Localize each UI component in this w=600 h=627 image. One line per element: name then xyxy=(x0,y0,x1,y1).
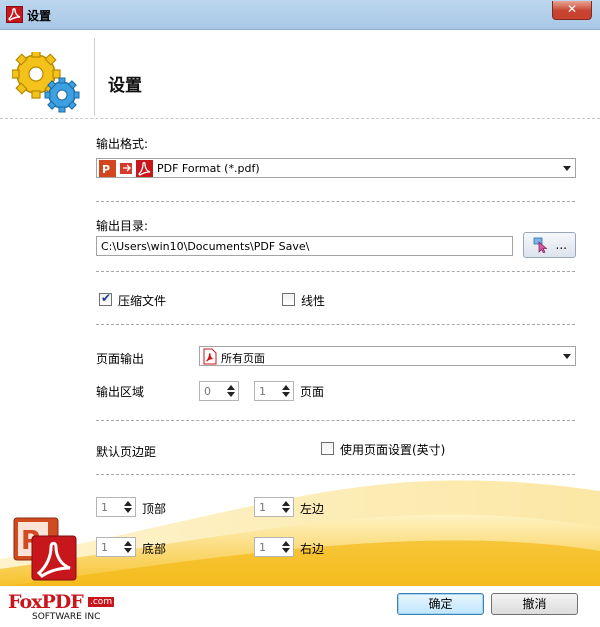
margin-bottom-label: 底部 xyxy=(142,542,167,556)
margin-left-label: 左边 xyxy=(300,502,325,516)
divider xyxy=(96,474,575,475)
browse-button[interactable]: ... xyxy=(523,232,576,258)
range-from-value: 0 xyxy=(204,385,211,398)
arrow-down-icon[interactable] xyxy=(282,548,290,553)
window-title: 设置 xyxy=(27,9,52,23)
page-output-label: 页面输出 xyxy=(96,352,145,366)
divider xyxy=(96,271,575,272)
cancel-button[interactable]: 撤消 xyxy=(491,593,578,615)
format-icons: P xyxy=(99,160,153,177)
arrow-down-icon[interactable] xyxy=(124,508,132,513)
page-title: 设置 xyxy=(108,76,142,96)
browse-label: ... xyxy=(555,238,567,252)
check-icon: ✔ xyxy=(101,291,112,305)
gears-icon xyxy=(12,52,80,113)
arrow-up-icon[interactable] xyxy=(124,501,132,506)
arrow-down-icon[interactable] xyxy=(282,392,290,397)
use-page-settings-checkbox[interactable] xyxy=(321,442,334,455)
margin-top-value: 1 xyxy=(101,501,108,514)
output-format-select[interactable]: P PDF Format (*.pdf) xyxy=(96,158,576,178)
arrow-up-icon[interactable] xyxy=(282,385,290,390)
range-unit-label: 页面 xyxy=(300,385,325,399)
output-range-label: 输出区域 xyxy=(96,385,145,399)
compress-label: 压缩文件 xyxy=(118,294,167,308)
margin-right-value: 1 xyxy=(259,541,266,554)
title-bar: 设置 ✕ xyxy=(0,0,600,30)
margins-label: 默认页边距 xyxy=(96,445,157,459)
arrow-up-icon[interactable] xyxy=(282,541,290,546)
linearize-checkbox[interactable] xyxy=(282,293,295,306)
chevron-down-icon xyxy=(563,354,571,359)
page-output-select[interactable]: 所有页面 xyxy=(199,346,576,366)
arrow-up-icon[interactable] xyxy=(124,541,132,546)
brand-logo: FoxPDF .com SOFTWARE INC xyxy=(8,591,115,623)
margin-top-stepper[interactable]: 1 xyxy=(96,497,136,517)
margin-right-stepper[interactable]: 1 xyxy=(254,537,294,557)
output-dir-input[interactable]: C:\Users\win10\Documents\PDF Save\ xyxy=(96,236,513,256)
chevron-down-icon xyxy=(563,166,571,171)
margin-bottom-value: 1 xyxy=(101,541,108,554)
cursor-icon xyxy=(533,237,548,253)
arrow-down-icon[interactable] xyxy=(227,392,235,397)
arrow-up-icon[interactable] xyxy=(282,501,290,506)
page-output-value: 所有页面 xyxy=(221,352,265,365)
output-dir-label: 输出目录: xyxy=(96,219,149,233)
margin-left-value: 1 xyxy=(259,501,266,514)
ppt-to-pdf-icon: P xyxy=(13,517,77,581)
arrow-down-icon[interactable] xyxy=(124,548,132,553)
header-divider xyxy=(94,38,95,116)
linearize-label: 线性 xyxy=(301,294,326,308)
arrow-down-icon[interactable] xyxy=(282,508,290,513)
dialog-header: 设置 xyxy=(0,30,600,118)
svg-text:P: P xyxy=(102,163,110,176)
brand-tagline: SOFTWARE INC xyxy=(32,612,101,622)
range-to-stepper[interactable]: 1 xyxy=(254,381,294,401)
use-page-settings-label: 使用页面设置(英寸) xyxy=(340,443,446,457)
divider xyxy=(96,201,575,202)
output-format-value: PDF Format (*.pdf) xyxy=(157,162,260,175)
divider xyxy=(96,420,575,421)
divider xyxy=(96,324,575,325)
range-to-value: 1 xyxy=(259,385,266,398)
brand-domain: .com xyxy=(88,597,115,607)
output-format-label: 输出格式: xyxy=(96,137,149,151)
margin-left-stepper[interactable]: 1 xyxy=(254,497,294,517)
range-from-stepper[interactable]: 0 xyxy=(199,381,239,401)
pdf-page-icon xyxy=(203,348,217,365)
close-button[interactable]: ✕ xyxy=(552,1,592,20)
margin-bottom-stepper[interactable]: 1 xyxy=(96,537,136,557)
compress-checkbox[interactable]: ✔ xyxy=(99,291,112,306)
margin-top-label: 顶部 xyxy=(142,502,167,516)
margin-right-label: 右边 xyxy=(300,542,325,556)
brand-name: FoxPDF xyxy=(8,591,84,613)
ok-button[interactable]: 确定 xyxy=(397,593,484,615)
app-icon xyxy=(6,6,23,23)
arrow-up-icon[interactable] xyxy=(227,385,235,390)
